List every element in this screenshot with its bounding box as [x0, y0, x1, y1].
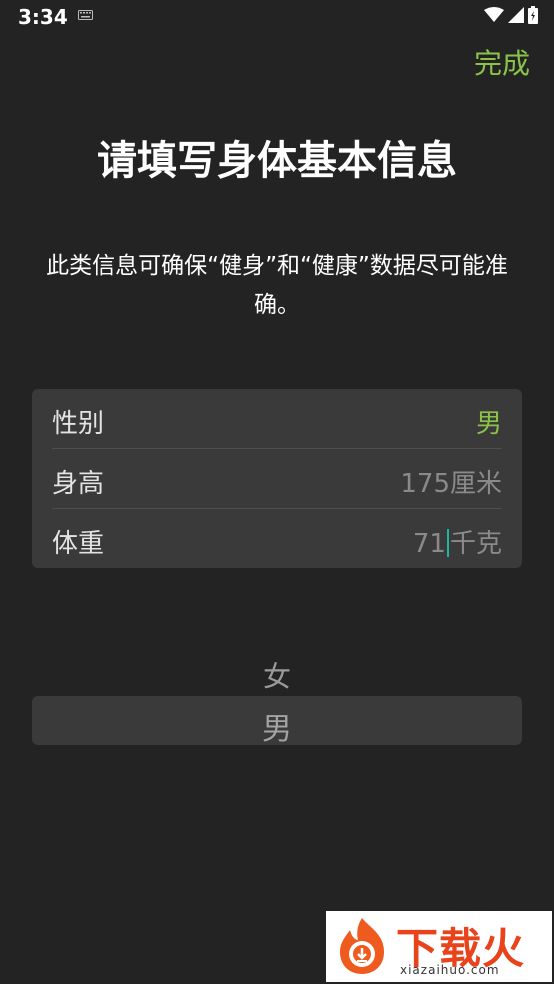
text-cursor	[446, 529, 449, 557]
height-label: 身高	[52, 469, 105, 499]
gender-value: 男	[475, 409, 502, 439]
watermark: 下载火 xiazaihuo.com	[326, 911, 552, 982]
picker-option-female[interactable]: 女	[0, 655, 554, 695]
weight-number: 71	[412, 529, 446, 559]
keyboard-icon	[78, 10, 93, 20]
picker-selected-row[interactable]: 男	[32, 696, 522, 747]
body-info-form: 性别 男 身高 175厘米 体重 71 千克	[32, 389, 522, 568]
weight-row[interactable]: 体重 71 千克	[52, 509, 502, 569]
weight-label: 体重	[52, 529, 105, 559]
done-button[interactable]: 完成	[474, 42, 530, 82]
gender-label: 性别	[52, 409, 105, 439]
gender-row[interactable]: 性别 男	[52, 389, 502, 449]
height-value: 175厘米	[400, 469, 502, 499]
wifi-icon	[484, 7, 504, 22]
weight-value[interactable]: 71 千克	[413, 523, 502, 560]
height-row[interactable]: 身高 175厘米	[52, 449, 502, 509]
watermark-url: xiazaihuo.com	[400, 963, 500, 977]
signal-icon	[508, 7, 524, 23]
status-icons	[484, 6, 538, 24]
status-bar: 3:34	[0, 0, 554, 34]
battery-icon	[528, 6, 538, 24]
screen: 3:34 完成 请填写身体基本信息 此类信息可确保“健身”和“健康”数据尽可能准…	[0, 0, 554, 984]
picker-option-male: 男	[262, 712, 292, 747]
page-title: 请填写身体基本信息	[97, 138, 457, 184]
weight-unit: 千克	[449, 529, 502, 559]
status-time: 3:34	[18, 5, 68, 29]
page-description: 此类信息可确保“健身”和“健康”数据尽可能准确。	[46, 253, 508, 318]
fire-logo-icon	[340, 918, 384, 974]
